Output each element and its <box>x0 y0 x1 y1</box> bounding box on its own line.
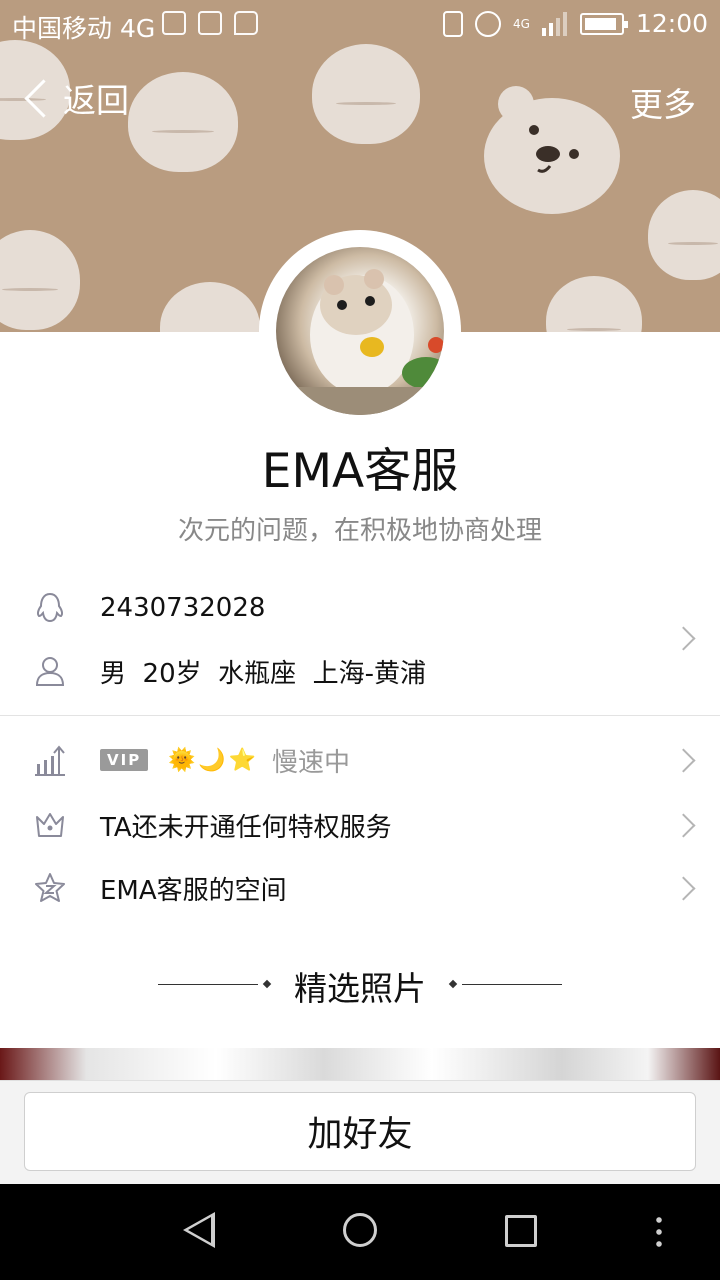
alarm-icon <box>475 10 502 37</box>
carrier-label: 中国移动 4G <box>12 14 156 43</box>
image-icon <box>198 11 222 35</box>
privilege-row[interactable]: TA还未开通任何特权服务 <box>0 805 720 845</box>
cover-bun-decoration <box>160 282 260 332</box>
speed-status: 慢速中 <box>272 747 351 778</box>
sun-icon: 🌞 <box>168 747 196 773</box>
add-friend-button[interactable]: 加好友 <box>24 1092 696 1171</box>
person-icon <box>35 657 65 686</box>
chevron-right-icon <box>671 813 696 838</box>
space-row[interactable]: EMA客服的空间 <box>0 868 720 908</box>
basic-info-row[interactable]: 男 20岁 水瓶座 上海-黄浦 <box>0 651 720 691</box>
status-bar: 中国移动 4G 4G 12:00 <box>0 0 720 52</box>
cover-bun-decoration <box>128 72 238 172</box>
qq-number: 2430732028 <box>100 593 266 623</box>
photos-section-title: 精选照片 <box>294 969 426 1008</box>
chevron-left-icon <box>24 78 63 118</box>
signal-icon <box>541 11 567 36</box>
moon-icon: 🌙 <box>198 747 226 773</box>
nav-home-icon[interactable] <box>343 1213 377 1247</box>
profile-signature: 次元的问题，在积极地协商处理 <box>177 516 542 546</box>
cover-bun-decoration <box>312 44 420 144</box>
penguin-icon <box>36 592 64 623</box>
message-icon <box>234 11 258 35</box>
crown-icon <box>36 813 64 837</box>
cover-bun-decoration <box>0 230 80 330</box>
status-right-icons: 4G 12:00 <box>443 9 708 38</box>
nav-recent-icon[interactable] <box>505 1215 537 1247</box>
more-button[interactable]: 更多 <box>630 78 696 126</box>
level-chart-icon <box>35 745 65 776</box>
back-label: 返回 <box>63 81 129 120</box>
chevron-right-icon <box>671 876 696 901</box>
clock: 12:00 <box>635 9 708 38</box>
bear-face-icon <box>484 86 620 214</box>
back-button[interactable]: 返回 <box>20 74 129 122</box>
nav-back-icon[interactable] <box>183 1212 215 1248</box>
vip-badge: VIP <box>100 749 149 771</box>
qq-number-row[interactable]: 2430732028 <box>0 588 720 628</box>
notification-icon <box>162 11 186 35</box>
chevron-right-icon[interactable] <box>671 626 696 651</box>
profile-nickname: EMA客服 <box>261 444 459 499</box>
basic-info-text: 男 20岁 水瓶座 上海-黄浦 <box>100 658 427 689</box>
star-icon: ⭐ <box>228 747 257 773</box>
chevron-right-icon <box>671 748 696 773</box>
battery-icon <box>579 12 628 35</box>
cover-bun-decoration <box>546 276 642 332</box>
level-row[interactable]: VIP 🌞 🌙 ⭐ 慢速中 <box>0 740 720 780</box>
cover-bun-decoration <box>648 190 720 280</box>
network-badge: 4G <box>513 16 530 31</box>
qzone-star-icon <box>35 873 65 902</box>
title-line-right <box>462 984 562 985</box>
privilege-label: TA还未开通任何特权服务 <box>100 812 392 843</box>
level-icons: 🌞 🌙 ⭐ <box>168 748 256 773</box>
section-divider <box>0 715 720 716</box>
vibrate-icon <box>443 10 464 37</box>
nav-menu-icon[interactable] <box>656 1214 662 1250</box>
hamster-avatar-image <box>276 269 444 415</box>
status-left-icons <box>162 11 258 35</box>
avatar[interactable] <box>276 247 444 415</box>
space-label: EMA客服的空间 <box>100 875 287 906</box>
